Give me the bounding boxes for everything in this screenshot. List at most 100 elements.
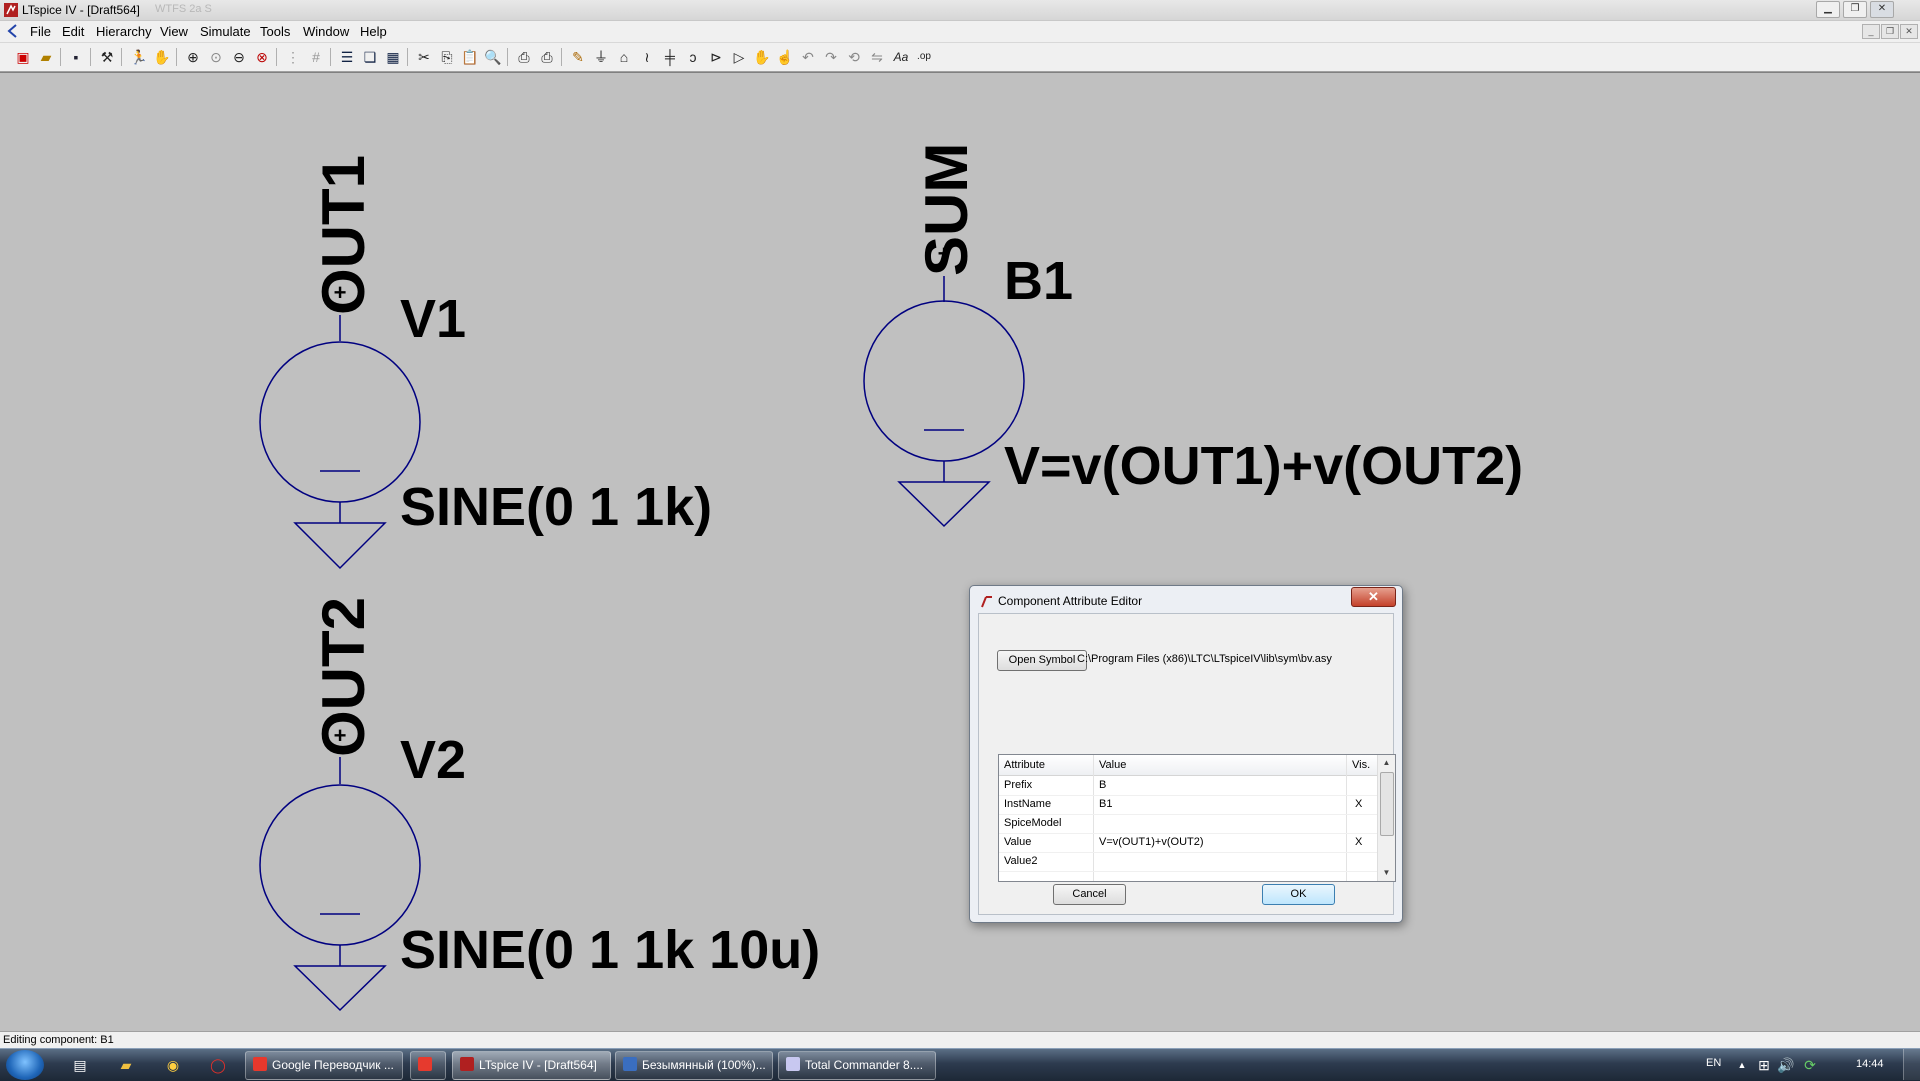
table-row[interactable]: Prefix B bbox=[999, 776, 1377, 796]
menu-help[interactable]: Help bbox=[360, 24, 387, 39]
scrollbar-thumb[interactable] bbox=[1380, 772, 1394, 836]
volume-icon[interactable]: 🔊 bbox=[1776, 1056, 1796, 1074]
capacitor-icon[interactable]: ╪ bbox=[661, 48, 679, 66]
autorange-icon[interactable]: ⋮ bbox=[284, 48, 302, 66]
cascade-icon[interactable]: ❏ bbox=[361, 48, 379, 66]
attribute-vis-cell[interactable]: X bbox=[1355, 836, 1362, 848]
column-header-value[interactable]: Value bbox=[1099, 759, 1126, 771]
taskbar-item-google-translate[interactable]: Google Переводчик ... bbox=[245, 1051, 403, 1080]
mdi-close-button[interactable]: ✕ bbox=[1900, 24, 1918, 39]
run-icon[interactable]: 🏃 bbox=[130, 48, 148, 66]
b1-behavioral-source[interactable]: + bbox=[863, 241, 1025, 528]
print-icon[interactable]: ⎙ bbox=[538, 48, 556, 66]
minimize-button[interactable]: ▁ bbox=[1816, 1, 1840, 18]
new-schematic-icon[interactable]: ▣ bbox=[14, 48, 32, 66]
cancel-button[interactable]: Cancel bbox=[1053, 884, 1126, 905]
start-button[interactable] bbox=[6, 1050, 44, 1080]
column-header-vis[interactable]: Vis. bbox=[1352, 759, 1370, 771]
menu-hierarchy[interactable]: Hierarchy bbox=[96, 24, 152, 39]
clock[interactable]: 14:44 bbox=[1856, 1058, 1884, 1070]
symbol-path-text: C:\Program Files (x86)\LTC\LTspiceIV\lib… bbox=[1077, 653, 1332, 665]
mdi-document-icon[interactable] bbox=[4, 23, 20, 39]
attribute-name-cell: Value bbox=[1004, 836, 1032, 848]
window-title-ghost-text: WTFS 2a S bbox=[155, 3, 212, 15]
chrome-quicklaunch-icon[interactable]: ◉ bbox=[163, 1056, 183, 1074]
drag-icon[interactable]: ☝ bbox=[776, 48, 794, 66]
restore-button[interactable]: ❐ bbox=[1843, 1, 1867, 18]
v2-source-circle bbox=[259, 784, 421, 946]
show-desktop-button[interactable] bbox=[1903, 1049, 1920, 1080]
yandex-icon bbox=[418, 1057, 432, 1071]
component-icon[interactable]: ▷ bbox=[730, 48, 748, 66]
print-setup-icon[interactable]: ⎙ bbox=[515, 48, 533, 66]
tile-horizontal-icon[interactable]: ☰ bbox=[338, 48, 356, 66]
taskbar-item-ltspice[interactable]: LTspice IV - [Draft564] bbox=[452, 1051, 611, 1080]
attribute-vis-cell[interactable]: X bbox=[1355, 798, 1362, 810]
attribute-name-cell: SpiceModel bbox=[1004, 817, 1062, 829]
zoom-fit-icon[interactable]: ⊗ bbox=[253, 48, 271, 66]
schematic-canvas[interactable]: + OUT1 V1 SINE(0 1 1k) + OUT2 V2 SINE(0 … bbox=[0, 72, 1920, 1031]
v1-voltage-source[interactable]: + bbox=[259, 280, 421, 570]
close-window-button[interactable]: ✕ bbox=[1870, 1, 1894, 18]
table-row[interactable]: SpiceModel bbox=[999, 814, 1377, 834]
dialog-close-button[interactable]: ✕ bbox=[1351, 587, 1396, 607]
ok-button[interactable]: OK bbox=[1262, 884, 1335, 905]
menu-edit[interactable]: Edit bbox=[62, 24, 84, 39]
paste-icon[interactable]: 📋 bbox=[461, 48, 479, 66]
rotate-icon[interactable]: ⟲ bbox=[845, 48, 863, 66]
open-icon[interactable]: ▰ bbox=[37, 48, 55, 66]
label-net-icon[interactable]: ⌂ bbox=[615, 48, 633, 66]
undo-icon[interactable]: ↶ bbox=[799, 48, 817, 66]
inductor-icon[interactable]: ↄ bbox=[684, 48, 702, 66]
diode-icon[interactable]: ⊳ bbox=[707, 48, 725, 66]
cut-icon[interactable]: ✂ bbox=[415, 48, 433, 66]
column-header-attribute[interactable]: Attribute bbox=[1004, 759, 1045, 771]
opera-quicklaunch-icon[interactable]: ◯ bbox=[208, 1056, 228, 1074]
explorer-quicklaunch-icon[interactable]: ▤ bbox=[70, 1056, 90, 1074]
language-indicator[interactable]: EN bbox=[1706, 1057, 1721, 1069]
ground-icon[interactable]: ⏚ bbox=[592, 48, 610, 66]
mdi-restore-button[interactable]: ❐ bbox=[1881, 24, 1899, 39]
table-row[interactable]: InstName B1 X bbox=[999, 795, 1377, 815]
control-panel-icon[interactable]: ⚒ bbox=[98, 48, 116, 66]
open-symbol-button[interactable]: Open Symbol bbox=[997, 650, 1087, 671]
zoom-out-icon[interactable]: ⊖ bbox=[230, 48, 248, 66]
menu-simulate[interactable]: Simulate bbox=[200, 24, 251, 39]
mdi-minimize-button[interactable]: _ bbox=[1862, 24, 1880, 39]
update-icon[interactable]: ⟳ bbox=[1800, 1056, 1820, 1074]
show-hidden-icons-icon[interactable]: ▲ bbox=[1732, 1056, 1752, 1074]
move-icon[interactable]: ✋ bbox=[753, 48, 771, 66]
tile-icon[interactable]: ▦ bbox=[384, 48, 402, 66]
menu-file[interactable]: File bbox=[30, 24, 51, 39]
scroll-up-arrow-icon[interactable]: ▲ bbox=[1378, 755, 1395, 771]
taskbar-item-paint[interactable]: Безымянный (100%)... bbox=[615, 1051, 773, 1080]
zoom-pan-icon[interactable]: ⊙ bbox=[207, 48, 225, 66]
spice-directive-icon[interactable]: .op bbox=[915, 48, 933, 66]
network-icon[interactable]: ⊞ bbox=[1754, 1056, 1774, 1074]
grid-icon[interactable]: # bbox=[307, 48, 325, 66]
save-icon[interactable]: ▪ bbox=[67, 48, 85, 66]
mirror-icon[interactable]: ⇋ bbox=[868, 48, 886, 66]
copy-icon[interactable]: ⎘ bbox=[438, 48, 456, 66]
folder-quicklaunch-icon[interactable]: ▰ bbox=[116, 1056, 136, 1074]
zoom-in-icon[interactable]: ⊕ bbox=[184, 48, 202, 66]
resistor-icon[interactable]: ≀ bbox=[638, 48, 656, 66]
taskbar-item-total-commander[interactable]: Total Commander 8.... bbox=[778, 1051, 936, 1080]
halt-icon[interactable]: ✋ bbox=[153, 48, 171, 66]
attribute-table[interactable]: Attribute Value Vis. Prefix B InstName B… bbox=[998, 754, 1396, 882]
taskbar-item-yandex[interactable] bbox=[410, 1051, 446, 1080]
menu-window[interactable]: Window bbox=[303, 24, 349, 39]
text-icon[interactable]: Aa bbox=[892, 48, 910, 66]
v2-source-value: SINE(0 1 1k 10u) bbox=[400, 920, 820, 980]
table-row[interactable]: Value2 bbox=[999, 852, 1377, 872]
find-icon[interactable]: 🔍 bbox=[484, 48, 502, 66]
attribute-table-scrollbar[interactable]: ▲ ▼ bbox=[1377, 755, 1395, 881]
table-row[interactable]: Value V=v(OUT1)+v(OUT2) X bbox=[999, 833, 1377, 853]
scroll-down-arrow-icon[interactable]: ▼ bbox=[1378, 865, 1395, 881]
draw-wire-icon[interactable]: ✎ bbox=[569, 48, 587, 66]
menu-tools[interactable]: Tools bbox=[260, 24, 290, 39]
redo-icon[interactable]: ↷ bbox=[822, 48, 840, 66]
v2-voltage-source[interactable]: + bbox=[259, 723, 421, 1012]
toolbar-separator bbox=[407, 48, 408, 66]
menu-view[interactable]: View bbox=[160, 24, 188, 39]
